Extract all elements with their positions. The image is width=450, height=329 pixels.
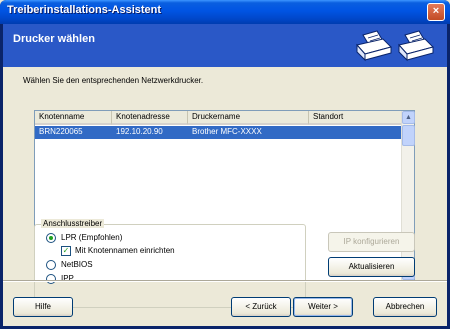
scroll-thumb[interactable]	[402, 125, 415, 146]
column-header-standort[interactable]: Standort	[309, 111, 402, 125]
node-name-checkbox[interactable]: ✓	[61, 246, 71, 256]
page-title: Drucker wählen	[13, 33, 95, 45]
node-name-label[interactable]: Mit Knotennamen einrichten	[75, 246, 175, 255]
lpr-label[interactable]: LPR (Empfohlen)	[61, 233, 122, 242]
divider	[3, 280, 447, 282]
groupbox-label: Anschlusstreiber	[41, 219, 105, 228]
window-title: Treiberinstallations-Assistent	[7, 4, 162, 16]
cell-knotenname: BRN220065	[39, 127, 83, 136]
driver-groupbox: Anschlusstreiber LPR (Empfohlen) ✓ Mit K…	[34, 219, 306, 308]
ip-config-button[interactable]: IP konfigurieren	[328, 232, 415, 252]
instruction-text: Wählen Sie den entsprechenden Netzwerkdr…	[23, 76, 204, 85]
printer-icon	[398, 30, 434, 62]
close-button[interactable]: ×	[427, 3, 445, 21]
netbios-label[interactable]: NetBIOS	[61, 260, 93, 269]
netbios-radio[interactable]	[46, 260, 56, 270]
column-header-knotenname[interactable]: Knotenname	[35, 111, 112, 125]
next-button[interactable]: Weiter >	[293, 297, 353, 317]
back-button[interactable]: < Zurück	[231, 297, 291, 317]
cell-knotenadresse: 192.10.20.90	[116, 127, 163, 136]
printer-icon	[356, 30, 392, 62]
wizard-header: Drucker wählen	[3, 24, 447, 67]
ipp-radio[interactable]	[46, 274, 56, 284]
wizard-content: Wählen Sie den entsprechenden Netzwerkdr…	[3, 67, 447, 326]
cell-druckername: Brother MFC-XXXX	[192, 127, 262, 136]
column-header-knotenadresse[interactable]: Knotenadresse	[112, 111, 188, 125]
installer-window: Treiberinstallations-Assistent × Drucker…	[0, 0, 450, 329]
title-bar[interactable]: Treiberinstallations-Assistent ×	[0, 0, 450, 24]
help-button[interactable]: Hilfe	[13, 297, 73, 317]
list-header: Knotenname Knotenadresse Druckername Sta…	[35, 111, 402, 125]
column-header-druckername[interactable]: Druckername	[188, 111, 309, 125]
list-item[interactable]: BRN220065 192.10.20.90 Brother MFC-XXXX	[35, 126, 401, 139]
cancel-button[interactable]: Abbrechen	[373, 297, 437, 317]
scroll-up-button[interactable]: ▲	[402, 111, 415, 124]
vertical-scrollbar[interactable]: ▲ ▼	[401, 111, 415, 280]
lpr-radio[interactable]	[46, 233, 56, 243]
refresh-button[interactable]: Aktualisieren	[328, 257, 415, 277]
